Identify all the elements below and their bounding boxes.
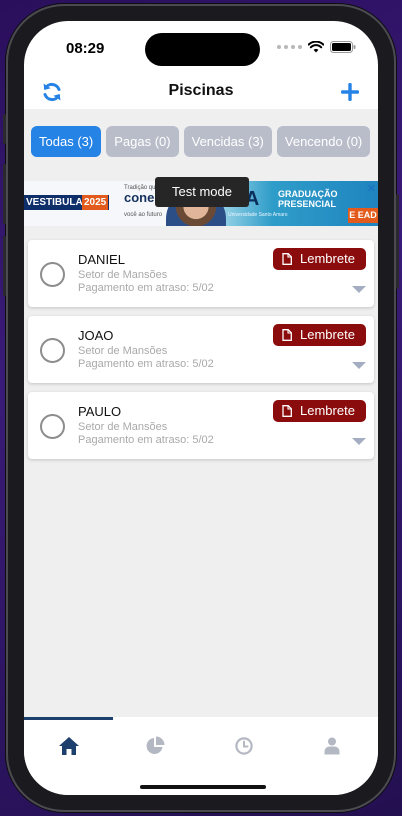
client-name: DANIEL bbox=[78, 252, 125, 267]
document-icon bbox=[282, 329, 292, 341]
client-card[interactable]: PAULO Setor de Mansões Pagamento em atra… bbox=[28, 392, 374, 459]
filter-count: (3) bbox=[248, 134, 264, 149]
lembrete-button[interactable]: Lembrete bbox=[273, 248, 366, 270]
client-sector: Setor de Mansões bbox=[78, 345, 168, 357]
main-content: Todas (3) Pagas (0) Vencidas (3) Vencend… bbox=[24, 109, 378, 717]
lembrete-label: Lembrete bbox=[300, 327, 355, 342]
filter-label: Vencendo bbox=[284, 134, 343, 149]
ad-ead-label: E EAD bbox=[348, 208, 378, 223]
phone-frame: 08:29 Piscinas Todas (3) Pagas (0) Venci… bbox=[3, 4, 399, 812]
client-name: PAULO bbox=[78, 404, 122, 419]
tab-charts[interactable] bbox=[135, 731, 175, 761]
filter-label: Vencidas bbox=[191, 134, 245, 149]
filter-count: (0) bbox=[154, 134, 171, 149]
document-icon bbox=[282, 253, 292, 265]
client-payment-status: Pagamento em atraso: 5/02 bbox=[78, 282, 214, 294]
ad-year-label: 2025 bbox=[82, 195, 109, 210]
status-time: 08:29 bbox=[66, 40, 105, 57]
ad-logo-sub: Universidade Santo Amaro bbox=[228, 212, 288, 218]
power-button bbox=[396, 194, 399, 289]
volume-up-button bbox=[3, 164, 6, 224]
filter-chips: Todas (3) Pagas (0) Vencidas (3) Vencend… bbox=[31, 126, 378, 157]
app-header: Piscinas bbox=[24, 75, 378, 109]
ad-close-icon[interactable]: ✕ bbox=[367, 182, 376, 195]
status-bar: 08:29 bbox=[24, 21, 378, 75]
plus-icon[interactable] bbox=[338, 80, 362, 104]
client-card[interactable]: DANIEL Setor de Mansões Pagamento em atr… bbox=[28, 240, 374, 307]
signal-dots-icon bbox=[277, 45, 302, 49]
filter-pagas[interactable]: Pagas (0) bbox=[106, 126, 179, 157]
silent-switch bbox=[3, 114, 6, 144]
select-radio[interactable] bbox=[40, 262, 65, 287]
app-screen: 08:29 Piscinas Todas (3) Pagas (0) Venci… bbox=[24, 21, 378, 795]
filter-label: Pagas bbox=[114, 134, 152, 149]
filter-label: Todas bbox=[39, 134, 74, 149]
tab-profile[interactable] bbox=[312, 731, 352, 761]
client-sector: Setor de Mansões bbox=[78, 421, 168, 433]
dynamic-island bbox=[145, 33, 260, 66]
client-name: JOAO bbox=[78, 328, 114, 343]
tab-home[interactable] bbox=[49, 731, 89, 761]
user-icon bbox=[324, 737, 340, 755]
clock-icon bbox=[235, 737, 253, 755]
filter-vencendo[interactable]: Vencendo (0) bbox=[276, 126, 371, 157]
document-icon bbox=[282, 405, 292, 417]
lembrete-label: Lembrete bbox=[300, 403, 355, 418]
pie-chart-icon bbox=[146, 736, 165, 754]
chevron-down-icon[interactable] bbox=[352, 286, 366, 293]
test-mode-tooltip: Test mode bbox=[155, 177, 249, 207]
client-payment-status: Pagamento em atraso: 5/02 bbox=[78, 358, 214, 370]
home-indicator bbox=[140, 785, 266, 789]
filter-todas[interactable]: Todas (3) bbox=[31, 126, 102, 157]
home-icon bbox=[59, 737, 79, 755]
volume-down-button bbox=[3, 236, 6, 296]
lembrete-label: Lembrete bbox=[300, 251, 355, 266]
chevron-down-icon[interactable] bbox=[352, 438, 366, 445]
lembrete-button[interactable]: Lembrete bbox=[273, 324, 366, 346]
client-list: DANIEL Setor de Mansões Pagamento em atr… bbox=[28, 240, 374, 468]
ad-graduacao-label: GRADUAÇÃO PRESENCIAL bbox=[278, 189, 338, 209]
select-radio[interactable] bbox=[40, 338, 65, 363]
tab-history[interactable] bbox=[224, 731, 264, 761]
client-card[interactable]: JOAO Setor de Mansões Pagamento em atras… bbox=[28, 316, 374, 383]
status-icons bbox=[277, 41, 356, 53]
lembrete-button[interactable]: Lembrete bbox=[273, 400, 366, 422]
ad-tagline-bottom: você ao futuro bbox=[124, 212, 163, 218]
chevron-down-icon[interactable] bbox=[352, 362, 366, 369]
client-sector: Setor de Mansões bbox=[78, 269, 168, 281]
page-title: Piscinas bbox=[168, 82, 234, 99]
active-tab-indicator bbox=[24, 717, 113, 720]
select-radio[interactable] bbox=[40, 414, 65, 439]
battery-icon bbox=[330, 41, 356, 53]
bottom-tab-bar bbox=[24, 717, 378, 795]
filter-count: (3) bbox=[77, 134, 94, 149]
filter-vencidas[interactable]: Vencidas (3) bbox=[183, 126, 272, 157]
wifi-icon bbox=[308, 41, 324, 53]
filter-count: (0) bbox=[346, 134, 363, 149]
client-payment-status: Pagamento em atraso: 5/02 bbox=[78, 434, 214, 446]
